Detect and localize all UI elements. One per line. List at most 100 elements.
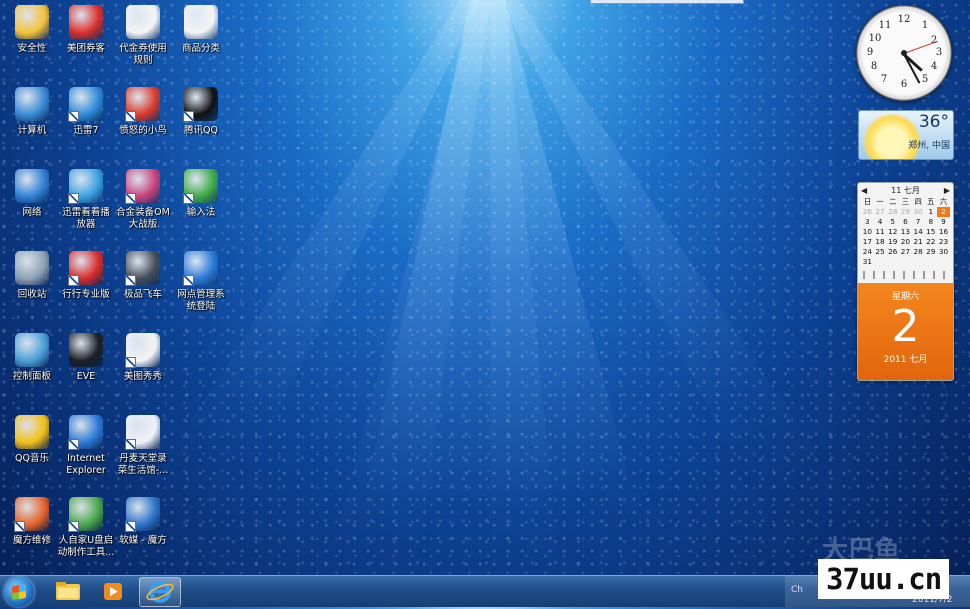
calendar-day-page: 星期六 2 2011 七月 [858, 283, 953, 380]
desktop-icon[interactable]: 迅雷7 [55, 87, 117, 137]
clock-number: 12 [897, 14, 911, 25]
calendar-day-cell[interactable]: 1 [924, 207, 937, 217]
calendar-day-cell[interactable]: 11 [874, 227, 887, 237]
desktop-icon[interactable]: 软媒 - 魔方 [112, 497, 174, 547]
sunny-icon [863, 113, 921, 159]
calendar-day-cell[interactable]: 18 [874, 237, 887, 247]
calendar-day-cell[interactable] [886, 257, 899, 267]
desktop-icon[interactable]: 安全性 [1, 5, 63, 55]
calendar-day-cell[interactable]: 8 [924, 217, 937, 227]
calendar-day-cell[interactable]: 2 [937, 207, 950, 217]
calendar-gadget[interactable]: ◀ 11 七月 ▶ 日一二三四五六 26 27 28 29 30 1 2 3 4 5 6 7 8 9 10 11… [857, 182, 954, 381]
desktop-icon[interactable]: 极品飞车 [112, 251, 174, 301]
desktop-icon-label: 合金装备OM 大战版 [116, 207, 170, 230]
calendar-day-cell[interactable]: 16 [937, 227, 950, 237]
desktop-icon[interactable]: 代金券使用 规则 [112, 5, 174, 67]
calendar-day-cell[interactable]: 26 [886, 247, 899, 257]
calendar-day-cell[interactable]: 27 [874, 207, 887, 217]
calendar-day-cell[interactable]: 5 [886, 217, 899, 227]
desktop-icon[interactable]: 计算机 [1, 87, 63, 137]
clock-center [901, 50, 907, 56]
nfs-icon [125, 251, 160, 286]
calendar-rings [858, 271, 953, 279]
desktop-icon[interactable]: 魔方维修 [1, 497, 63, 547]
calendar-day-cell[interactable]: 22 [924, 237, 937, 247]
desktop-icon-label: 回收站 [17, 289, 47, 300]
calendar-day-cell[interactable]: 3 [861, 217, 874, 227]
calendar-day-cell[interactable] [912, 257, 925, 267]
desktop-icon[interactable]: 输入法 [170, 169, 232, 219]
calendar-day-cell[interactable]: 19 [886, 237, 899, 247]
desktop-icon[interactable]: 丹麦天堂录 菜生活馆-... [112, 415, 174, 477]
taskbar-ie-button[interactable] [139, 577, 181, 607]
calendar-day-cell[interactable]: 4 [874, 217, 887, 227]
calendar-day-cell[interactable]: 9 [937, 217, 950, 227]
start-button[interactable] [4, 577, 34, 607]
calendar-day-cell[interactable]: 30 [937, 247, 950, 257]
desktop-icon[interactable]: 迅雷看看播 放器 [55, 169, 117, 231]
clock-gadget[interactable]: 12 1 2 3 4 5 6 7 8 9 10 11 [856, 5, 952, 101]
desktop-icon-label: 极品飞车 [123, 289, 162, 300]
desktop-icon[interactable]: 合金装备OM 大战版 [112, 169, 174, 231]
calendar-day-cell[interactable]: 29 [924, 247, 937, 257]
calendar-day-cell[interactable] [899, 257, 912, 267]
clock-number: 6 [900, 79, 908, 90]
desktop-icon-label: EVE [76, 371, 96, 382]
clock-number: 10 [868, 33, 882, 44]
prev-month-arrow-icon[interactable]: ◀ [861, 186, 867, 195]
calendar-day-cell[interactable]: 7 [912, 217, 925, 227]
calendar-day-cell[interactable] [937, 257, 950, 267]
calendar-day-cell[interactable]: 28 [886, 207, 899, 217]
desktop-icon[interactable]: QQ音乐 [1, 415, 63, 465]
desktop-icon[interactable]: 控制面板 [1, 333, 63, 383]
taskbar-explorer-button[interactable] [48, 577, 88, 605]
desktop-icon[interactable]: EVE [55, 333, 117, 383]
meitu-icon [125, 333, 160, 368]
calendar-day-cell[interactable]: 29 [899, 207, 912, 217]
calendar-day-cell[interactable]: 14 [912, 227, 925, 237]
calendar-day-cell[interactable]: 12 [886, 227, 899, 237]
document-icon [126, 5, 160, 39]
desktop-icon[interactable]: 愤怒的小鸟 [112, 87, 174, 137]
calendar-day-cell[interactable]: 26 [861, 207, 874, 217]
desktop-icon-label: 安全性 [17, 43, 47, 54]
computer-icon [15, 87, 49, 121]
desktop-icon[interactable]: 网络 [1, 169, 63, 219]
calendar-day-cell[interactable]: 21 [912, 237, 925, 247]
taskbar-media-player-button[interactable] [93, 577, 133, 605]
calendar-day-cell[interactable]: 24 [861, 247, 874, 257]
calendar-day-cell[interactable] [924, 257, 937, 267]
next-month-arrow-icon[interactable]: ▶ [944, 186, 950, 195]
calendar-day-cell[interactable]: 23 [937, 237, 950, 247]
calendar-day-cell[interactable]: 27 [899, 247, 912, 257]
calendar-day-cell[interactable]: 13 [899, 227, 912, 237]
desktop-icon[interactable]: 美团券客 [55, 5, 117, 55]
clock-number: 3 [935, 47, 943, 58]
desktop-icon[interactable]: 美图秀秀 [112, 333, 174, 383]
calendar-day-cell[interactable]: 6 [899, 217, 912, 227]
desktop-icon[interactable]: 腾讯QQ [170, 87, 232, 137]
calendar-day-cell[interactable]: 31 [861, 257, 874, 267]
calendar-week-row: 17 18 19 20 21 22 23 [861, 237, 950, 247]
desktop-icon[interactable]: 回收站 [1, 251, 63, 301]
calendar-day-cell[interactable]: 17 [861, 237, 874, 247]
desktop-icon[interactable]: 行行专业版 [55, 251, 117, 301]
calendar-day-cell[interactable] [874, 257, 887, 267]
calendar-day-cell[interactable]: 30 [912, 207, 925, 217]
calendar-day-cell[interactable]: 25 [874, 247, 887, 257]
calendar-week-row: 26 27 28 29 30 1 2 [861, 207, 950, 217]
desktop-icon-label: 商品分类 [181, 43, 220, 54]
desktop-icon[interactable]: Internet Explorer [55, 415, 117, 477]
language-indicator[interactable]: Ch [791, 585, 803, 595]
calendar-day-cell[interactable]: 28 [912, 247, 925, 257]
calendar-day-cell[interactable]: 20 [899, 237, 912, 247]
desktop-icon-label: 愤怒的小鸟 [119, 125, 167, 136]
desktop-icon[interactable]: 商品分类 [170, 5, 232, 55]
calendar-weekday-header: 一 [876, 197, 884, 206]
desktop-icon[interactable]: 网点管理系 统登陆 [170, 251, 232, 313]
weather-gadget[interactable]: 36° 郑州, 中国 [858, 110, 954, 160]
calendar-day-cell[interactable]: 15 [924, 227, 937, 237]
desktop-icon-label: 网络 [22, 207, 42, 218]
calendar-day-cell[interactable]: 10 [861, 227, 874, 237]
desktop-icon[interactable]: 人自家U盘启 动制作工具... [55, 497, 117, 559]
